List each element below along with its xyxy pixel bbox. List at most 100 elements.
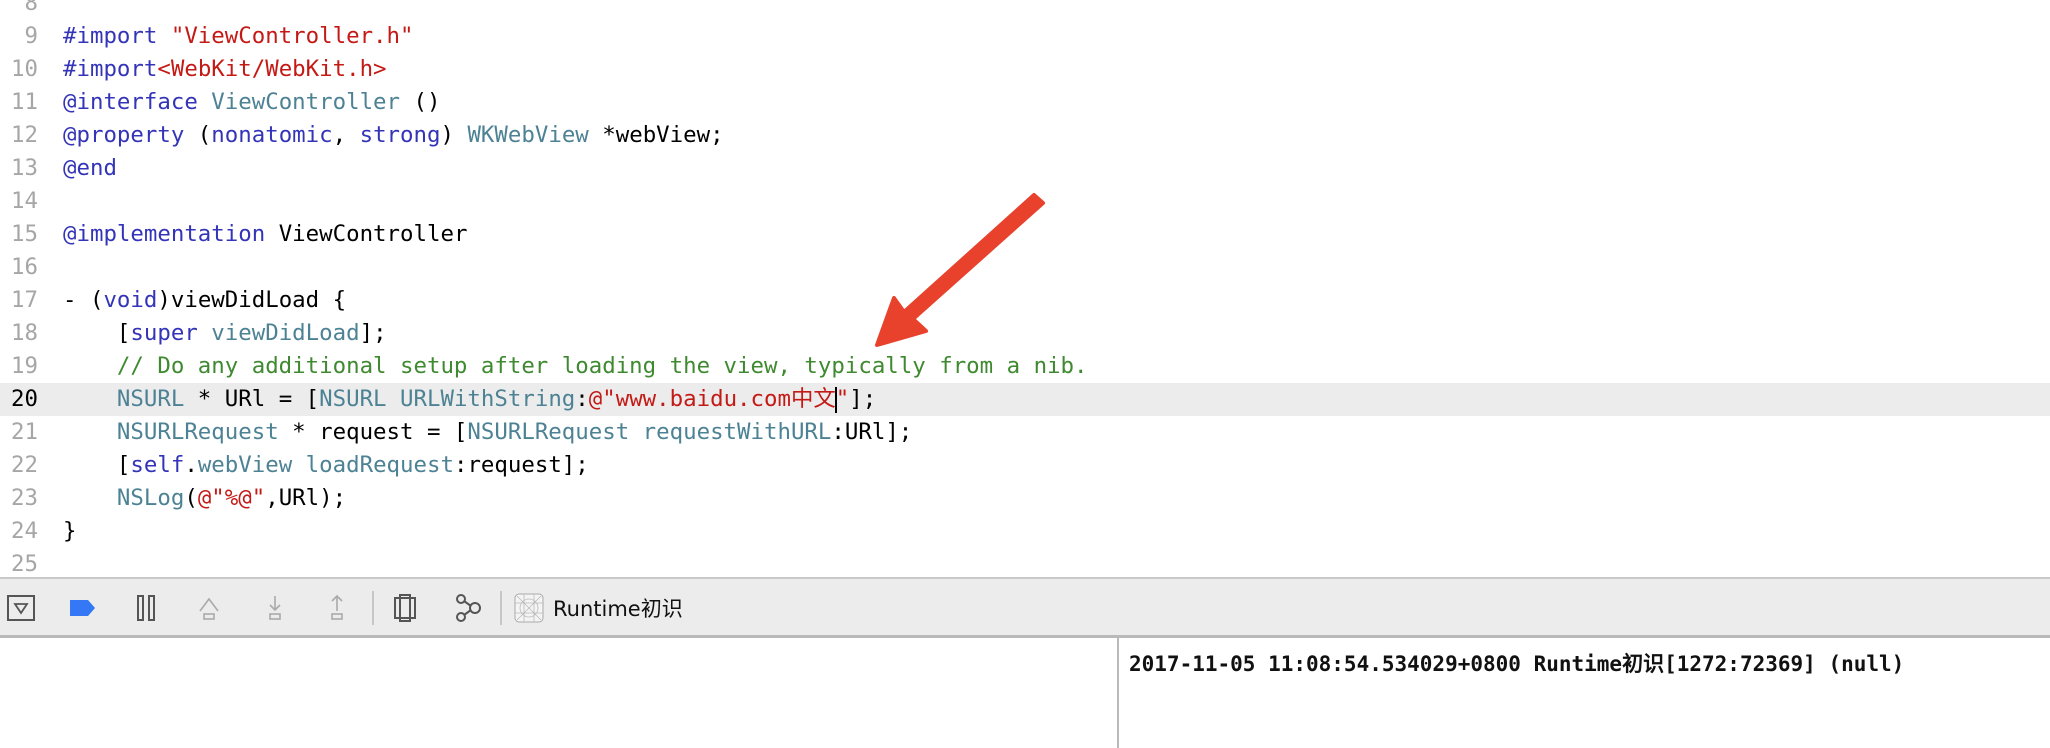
code-line[interactable]: 10 #import<WebKit/WebKit.h> [0,53,2050,86]
console-output[interactable]: 2017-11-05 11:08:54.534029+0800 Runtime初… [1117,638,2050,748]
code-token: URLWithString [400,386,576,412]
code-text: [self.webView loadRequest:request]; [63,449,589,482]
console-log-line: 2017-11-05 11:08:54.534029+0800 Runtime初… [1129,652,1905,676]
code-line[interactable]: 8 [0,0,2050,20]
code-token: ]; [849,386,877,412]
line-number[interactable]: 23 [0,482,38,515]
code-text: NSURL * URl = [NSURL URLWithString:@"www… [63,383,876,416]
code-token: [ [63,320,131,346]
line-number[interactable]: 24 [0,515,38,548]
code-token: #import [63,23,171,49]
line-number[interactable]: 15 [0,218,38,251]
line-number[interactable]: 25 [0,548,38,577]
line-number[interactable]: 18 [0,317,38,350]
code-token: " [835,386,850,412]
line-number[interactable]: 8 [0,0,38,20]
code-line[interactable]: 24} [0,515,2050,548]
code-token: ViewController [211,89,401,115]
code-line[interactable]: 9 #import "ViewController.h" [0,20,2050,53]
line-number[interactable]: 19 [0,350,38,383]
line-number[interactable]: 22 [0,449,38,482]
line-number[interactable]: 11 [0,86,38,119]
code-token: :URl]; [831,419,913,445]
code-token: NSURL [319,386,387,412]
code-text: NSLog(@"%@",URl); [63,482,346,515]
code-token: NSLog [116,485,185,511]
pause-icon[interactable] [131,593,161,623]
line-number[interactable]: 13 [0,152,38,185]
step-over-icon[interactable] [194,593,224,623]
code-editor[interactable]: 8 9 #import "ViewController.h" 10 #import<We… [0,0,2050,577]
line-number[interactable]: 16 [0,251,38,284]
code-line[interactable]: 11 @interface ViewController () [0,86,2050,119]
code-text: #import<WebKit/WebKit.h> [63,53,387,86]
code-token: ) [440,122,468,148]
code-line[interactable]: 19 // Do any additional setup after load… [0,350,2050,383]
code-line[interactable]: 14 [0,185,2050,218]
code-token: *webView; [588,122,724,148]
code-token: ,URl); [265,485,347,511]
debug-bar: Runtime初识 [0,577,2050,638]
line-number[interactable]: 12 [0,119,38,152]
code-token: * URl = [ [184,386,320,412]
code-line[interactable]: 21 NSURLRequest * request = [NSURLReques… [0,416,2050,449]
code-line[interactable]: 12 @property (nonatomic, strong) WKWebVie… [0,119,2050,152]
toolbar-divider [372,591,374,625]
code-text: #import "ViewController.h" [63,20,414,53]
code-text: NSURLRequest * request = [NSURLRequest r… [63,416,912,449]
code-line[interactable]: 16 [0,251,2050,284]
line-number[interactable]: 21 [0,416,38,449]
variables-view[interactable] [0,638,1117,748]
code-token: () [400,89,441,115]
code-token: ( [184,122,212,148]
code-token: @implementation [63,221,266,247]
code-token: viewDidLoad [211,320,360,346]
code-token: @"www.baidu.com中文 [588,386,836,412]
code-text: @property (nonatomic, strong) WKWebView … [63,119,724,152]
line-number[interactable]: 20 [0,383,38,416]
code-line[interactable]: 20 NSURL * URl = [NSURL URLWithString:@"… [0,383,2050,416]
code-token: nonatomic [211,122,333,148]
code-line[interactable]: 23 NSLog(@"%@",URl); [0,482,2050,515]
code-token: WKWebView [467,122,589,148]
code-line[interactable]: 22 [self.webView loadRequest:request]; [0,449,2050,482]
code-token: <WebKit/WebKit.h> [157,56,387,82]
code-line[interactable]: 17 - (void)viewDidLoad { [0,284,2050,317]
code-token: loadRequest [305,452,454,478]
code-token: "ViewController.h" [170,23,414,49]
line-number[interactable]: 9 [0,20,38,53]
step-into-icon[interactable] [260,593,290,623]
code-text: - (void)viewDidLoad { [63,284,346,317]
code-token: ]; [359,320,387,346]
code-token: @end [63,155,117,181]
code-token: - ( [63,287,104,313]
code-token: @"%@" [197,485,266,511]
step-out-icon[interactable] [322,593,352,623]
code-line[interactable]: 18 [super viewDidLoad]; [0,317,2050,350]
view-hierarchy-icon[interactable] [390,593,420,623]
code-text: } [63,515,76,548]
code-token: [ [63,452,131,478]
line-number[interactable]: 14 [0,185,38,218]
line-number[interactable]: 17 [0,284,38,317]
code-token: requestWithURL [642,419,832,445]
code-token: self [130,452,185,478]
code-token: ViewController [265,221,468,247]
code-line[interactable]: 25 [0,548,2050,577]
line-number[interactable]: 10 [0,53,38,86]
memory-graph-icon[interactable] [452,593,482,623]
code-token: , [332,122,360,148]
code-token: #import [63,56,158,82]
target-label[interactable]: Runtime初识 [553,592,683,626]
code-line[interactable]: 15 @implementation ViewController [0,218,2050,251]
code-text: // Do any additional setup after loading… [63,350,1088,383]
breakpoints-toggle-icon[interactable] [67,593,97,623]
target-app-icon [514,593,544,623]
hide-debug-area-icon[interactable] [6,593,36,623]
code-line[interactable]: 13 @end [0,152,2050,185]
code-token: . [184,452,198,478]
